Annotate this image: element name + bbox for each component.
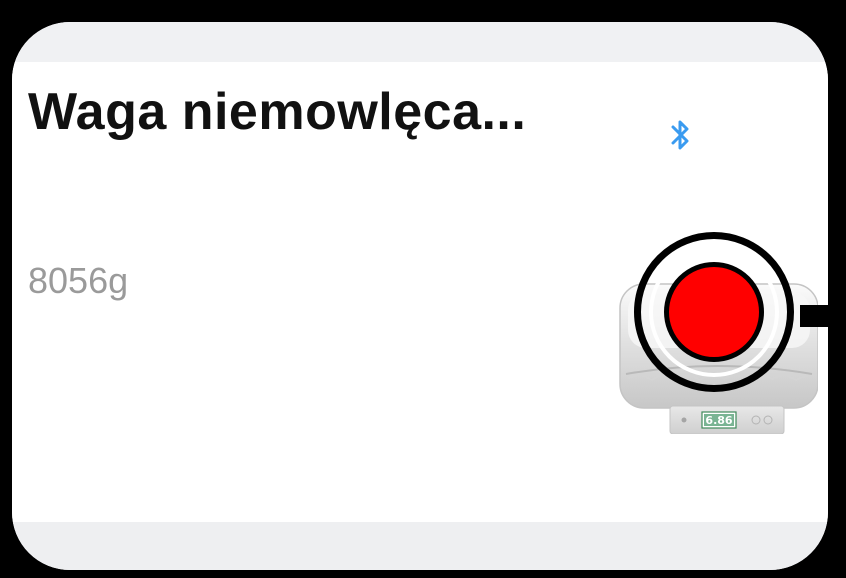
weight-value: 8056g: [28, 260, 129, 301]
scale-display-reading: 6.86: [705, 414, 732, 427]
top-separator: [12, 22, 828, 62]
device-name: Waga niemowlęca...: [28, 83, 527, 141]
bottom-separator: [12, 522, 828, 570]
highlight-connector-bar: [800, 305, 846, 327]
bluetooth-icon: [671, 120, 689, 150]
red-dot-marker: [664, 262, 764, 362]
